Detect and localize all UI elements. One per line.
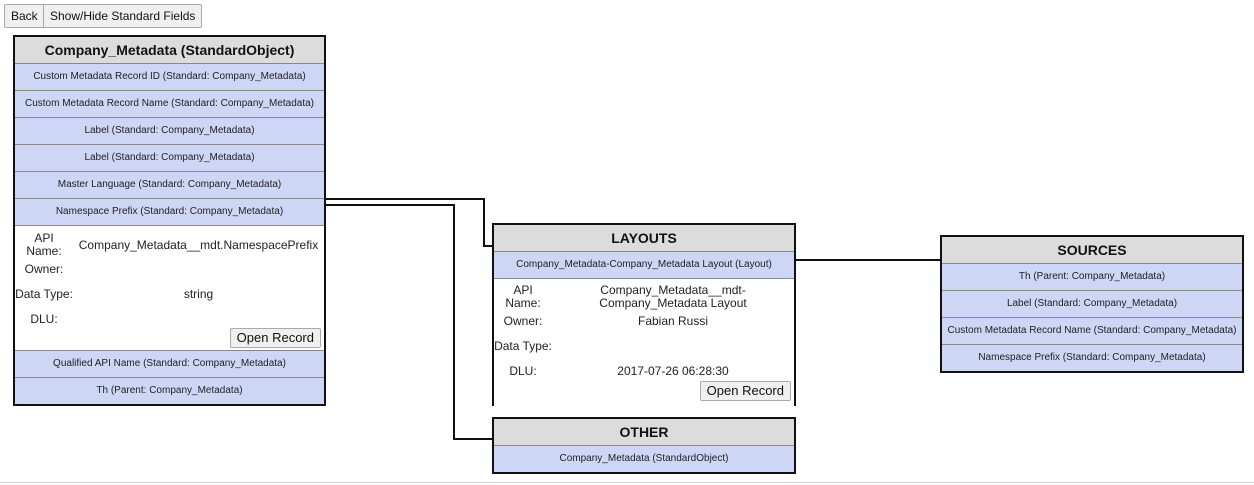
- layouts-box: LAYOUTS Company_Metadata-Company_Metadat…: [492, 223, 796, 406]
- other-box-title: OTHER: [494, 419, 794, 446]
- page-bottom-divider: [0, 482, 1254, 483]
- other-box: OTHER Company_Metadata (StandardObject): [492, 417, 796, 474]
- source-row[interactable]: Namespace Prefix (Standard: Company_Meta…: [942, 345, 1242, 371]
- data-type-label: Data Type:: [494, 338, 552, 353]
- api-name-label: API Name:: [26, 231, 62, 258]
- dlu-label: DLU:: [509, 363, 537, 378]
- other-row[interactable]: Company_Metadata (StandardObject): [494, 446, 794, 472]
- field-row[interactable]: Th (Parent: Company_Metadata): [15, 378, 324, 404]
- data-type-value: string: [183, 286, 214, 301]
- open-record-button[interactable]: Open Record: [229, 328, 321, 348]
- source-row[interactable]: Label (Standard: Company_Metadata): [942, 291, 1242, 318]
- owner-value: [73, 260, 324, 278]
- layouts-box-title: LAYOUTS: [494, 225, 794, 252]
- field-detail-panel: API Name: Company_Metadata__mdt.Namespac…: [15, 226, 324, 351]
- open-record-button[interactable]: Open Record: [699, 381, 791, 401]
- source-row[interactable]: Th (Parent: Company_Metadata): [942, 264, 1242, 291]
- api-name-value: Company_Metadata__mdt-Company_Metadata L…: [599, 283, 747, 310]
- layout-row-selected[interactable]: Company_Metadata-Company_Metadata Layout…: [494, 252, 794, 279]
- api-name-label: API Name:: [505, 283, 541, 310]
- dlu-label: DLU:: [30, 311, 58, 326]
- sources-box-title: SOURCES: [942, 237, 1242, 264]
- field-row[interactable]: Qualified API Name (Standard: Company_Me…: [15, 351, 324, 378]
- connector-main-to-other: [325, 204, 494, 440]
- field-row[interactable]: Custom Metadata Record Name (Standard: C…: [15, 91, 324, 118]
- connector-main-to-layouts: [325, 198, 494, 247]
- dlu-value: [73, 310, 324, 328]
- field-row[interactable]: Custom Metadata Record ID (Standard: Com…: [15, 64, 324, 91]
- sources-box: SOURCES Th (Parent: Company_Metadata) La…: [940, 235, 1244, 373]
- data-type-label: Data Type:: [15, 286, 73, 301]
- source-row[interactable]: Custom Metadata Record Name (Standard: C…: [942, 318, 1242, 345]
- owner-label: Owner:: [503, 313, 543, 328]
- field-row[interactable]: Label (Standard: Company_Metadata): [15, 145, 324, 172]
- api-name-value: Company_Metadata__mdt.NamespacePrefix: [78, 237, 319, 252]
- object-box-company-metadata: Company_Metadata (StandardObject) Custom…: [13, 35, 326, 406]
- owner-value: Fabian Russi: [637, 313, 709, 328]
- dlu-value: 2017-07-26 06:28:30: [617, 363, 729, 378]
- field-row[interactable]: Master Language (Standard: Company_Metad…: [15, 172, 324, 199]
- data-type-value: [552, 330, 794, 362]
- object-box-title: Company_Metadata (StandardObject): [15, 37, 324, 64]
- layout-detail-panel: API Name: Company_Metadata__mdt-Company_…: [494, 279, 794, 406]
- field-row-selected[interactable]: Namespace Prefix (Standard: Company_Meta…: [15, 199, 324, 226]
- owner-label: Owner:: [24, 261, 64, 276]
- field-row[interactable]: Label (Standard: Company_Metadata): [15, 118, 324, 145]
